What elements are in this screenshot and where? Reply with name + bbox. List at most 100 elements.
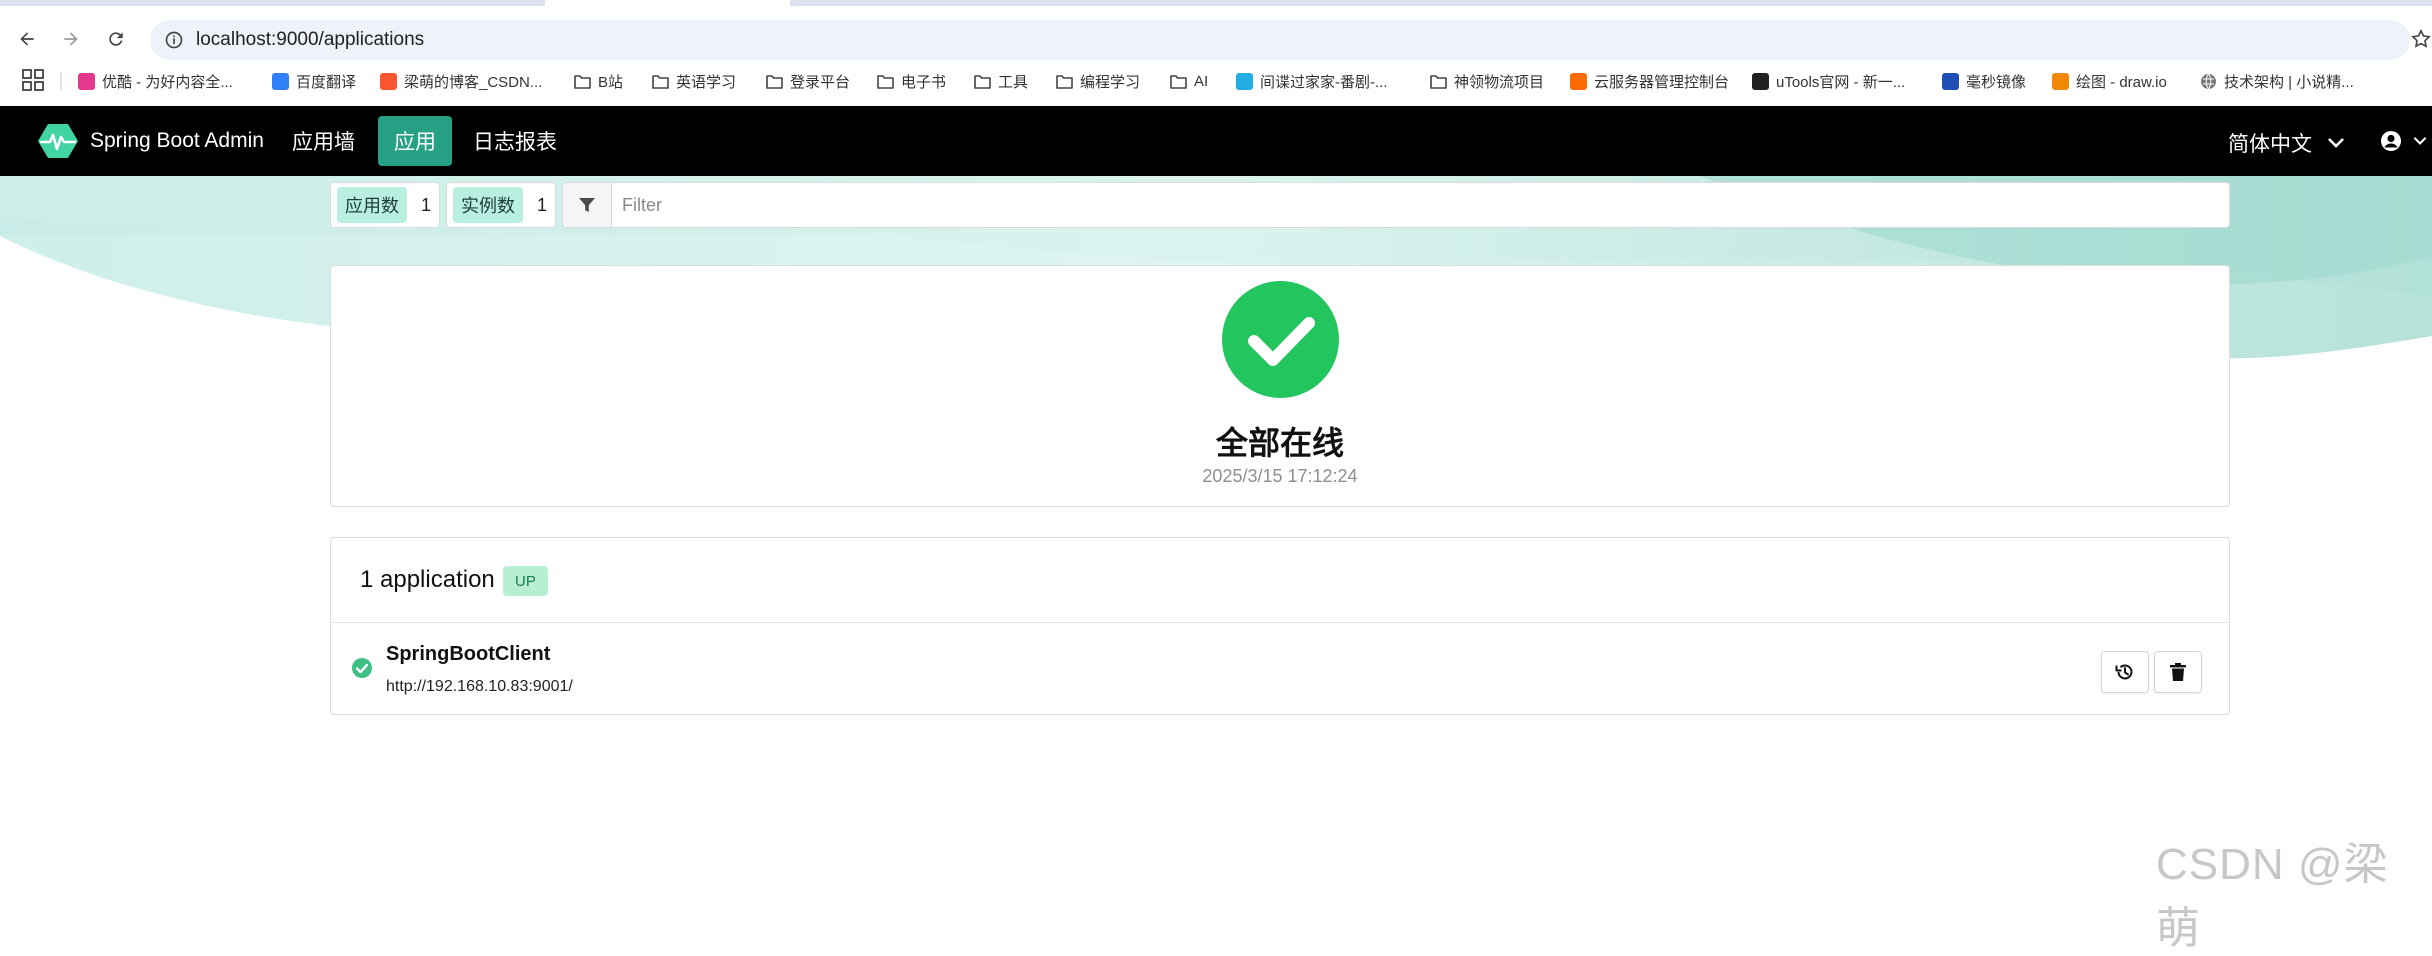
bookmark-item[interactable]: 编程学习 bbox=[1056, 70, 1140, 92]
nav-item-journal[interactable]: 日志报表 bbox=[457, 116, 573, 166]
instance-count-box: 实例数 1 bbox=[446, 182, 557, 228]
bookmarks-separator bbox=[60, 72, 62, 90]
language-select[interactable]: 简体中文 bbox=[2228, 128, 2346, 158]
user-circle-icon bbox=[2381, 131, 2401, 151]
status-card: 全部在线 2025/3/15 17:12:24 bbox=[330, 265, 2230, 507]
instance-count-value: 1 bbox=[537, 194, 548, 215]
bookmark-item[interactable]: 云服务器管理控制台 bbox=[1570, 70, 1729, 92]
application-row[interactable]: SpringBootClient http://192.168.10.83:90… bbox=[331, 623, 2229, 715]
bookmark-label: uTools官网 - 新一... bbox=[1776, 73, 1906, 91]
folder-icon bbox=[766, 73, 783, 90]
brand[interactable]: Spring Boot Admin bbox=[38, 123, 264, 159]
user-menu[interactable] bbox=[2380, 130, 2428, 152]
status-up-icon bbox=[352, 658, 372, 678]
csdn-icon bbox=[380, 72, 397, 90]
bookmark-item[interactable]: 百度翻译 bbox=[272, 70, 356, 92]
bookmark-label: 神领物流项目 bbox=[1454, 73, 1545, 91]
applications-summary: 1 application bbox=[360, 566, 495, 593]
filter-placeholder: Filter bbox=[622, 194, 663, 215]
bookmark-item[interactable]: 登录平台 bbox=[766, 70, 850, 92]
check-circle-icon bbox=[1222, 281, 1339, 398]
instance-count-label: 实例数 bbox=[453, 187, 524, 223]
chevron-down-icon bbox=[2328, 138, 2344, 148]
bookmark-label: 技术架构 | 小说精... bbox=[2224, 73, 2354, 91]
reload-icon bbox=[109, 32, 123, 46]
youku-icon bbox=[78, 72, 95, 90]
nav-item-applications[interactable]: 应用 bbox=[378, 116, 452, 166]
drawio-icon bbox=[2052, 72, 2069, 90]
folder-icon bbox=[974, 73, 991, 90]
status-badge: UP bbox=[503, 566, 548, 596]
folder-icon bbox=[877, 73, 894, 90]
delete-button[interactable] bbox=[2154, 651, 2202, 693]
bookmark-label: 梁萌的博客_CSDN... bbox=[404, 73, 543, 91]
brand-name: Spring Boot Admin bbox=[90, 129, 264, 152]
folder-icon bbox=[1056, 73, 1073, 90]
nav-item-label: 应用墙 bbox=[292, 131, 355, 154]
trash-icon bbox=[2170, 663, 2186, 681]
bookmark-label: AI bbox=[1194, 72, 1209, 90]
url-text[interactable]: localhost:9000/applications bbox=[196, 29, 424, 51]
millisecond-mirror-icon bbox=[1942, 72, 1959, 90]
application-name[interactable]: SpringBootClient bbox=[386, 643, 550, 666]
address-bar[interactable]: localhost:9000/applications bbox=[150, 20, 2410, 60]
aliyun-icon bbox=[1570, 72, 1587, 90]
bookmark-item[interactable]: 电子书 bbox=[877, 70, 946, 92]
bookmark-label: 毫秒镜像 bbox=[1966, 73, 2027, 91]
utools-icon bbox=[1752, 72, 1769, 90]
bilibili-icon bbox=[1236, 72, 1253, 90]
bookmark-item[interactable]: 间谍过家家-番剧-... bbox=[1236, 70, 1388, 92]
reload-button[interactable] bbox=[103, 26, 129, 52]
bookmark-label: 英语学习 bbox=[676, 73, 737, 91]
language-label: 简体中文 bbox=[2228, 133, 2312, 156]
folder-icon bbox=[1430, 73, 1447, 90]
applications-card: 1 application UP SpringBootClient http:/… bbox=[330, 537, 2230, 715]
browser-toolbar: localhost:9000/applications bbox=[0, 6, 2432, 64]
filter-input[interactable]: Filter bbox=[562, 182, 2231, 228]
app-navbar: Spring Boot Admin 应用墙 应用 日志报表 简体中文 bbox=[0, 106, 2432, 176]
bookmark-item[interactable]: B站 bbox=[574, 70, 623, 92]
bookmark-item[interactable]: 毫秒镜像 bbox=[1942, 70, 2026, 92]
baidu-translate-icon bbox=[272, 72, 289, 90]
bookmark-item[interactable]: 神领物流项目 bbox=[1430, 70, 1544, 92]
watermark-text: CSDN @梁萌 bbox=[2156, 840, 2389, 953]
bookmark-item[interactable]: 工具 bbox=[974, 70, 1028, 92]
bookmark-label: 云服务器管理控制台 bbox=[1594, 73, 1730, 91]
status-timestamp: 2025/3/15 17:12:24 bbox=[1202, 466, 1358, 486]
nav-item-wallboard[interactable]: 应用墙 bbox=[276, 116, 371, 166]
apps-grid-icon[interactable] bbox=[22, 69, 44, 91]
history-button[interactable] bbox=[2101, 651, 2149, 693]
bookmark-item[interactable]: 绘图 - draw.io bbox=[2052, 70, 2167, 92]
forward-button[interactable] bbox=[58, 26, 84, 52]
bookmark-item[interactable]: uTools官网 - 新一... bbox=[1752, 70, 1905, 92]
nav-item-label: 应用 bbox=[394, 131, 436, 154]
folder-icon bbox=[1170, 73, 1187, 90]
filter-icon bbox=[579, 198, 596, 212]
bookmark-label: 登录平台 bbox=[790, 73, 851, 91]
application-url[interactable]: http://192.168.10.83:9001/ bbox=[386, 678, 573, 696]
bookmark-label: 工具 bbox=[998, 73, 1029, 91]
bookmark-label: 电子书 bbox=[901, 73, 947, 91]
applications-header: 1 application UP bbox=[331, 538, 2229, 623]
filter-bar: 应用数 1 实例数 1 Filter bbox=[330, 182, 2231, 228]
bookmark-star-icon[interactable] bbox=[2410, 28, 2432, 50]
bookmark-label: 优酷 - 为好内容全... bbox=[102, 73, 233, 91]
folder-icon bbox=[574, 73, 591, 90]
bookmark-label: 间谍过家家-番剧-... bbox=[1260, 73, 1388, 91]
bookmark-item[interactable]: AI bbox=[1170, 70, 1208, 92]
bookmark-item[interactable]: 英语学习 bbox=[652, 70, 736, 92]
app-count-box: 应用数 1 bbox=[330, 182, 441, 228]
bookmark-item[interactable]: 优酷 - 为好内容全... bbox=[78, 70, 233, 92]
bookmark-item[interactable]: 技术架构 | 小说精... bbox=[2200, 70, 2354, 92]
folder-icon bbox=[652, 73, 669, 90]
bookmark-label: 百度翻译 bbox=[296, 73, 357, 91]
nav-item-label: 日志报表 bbox=[473, 131, 557, 154]
spring-boot-admin-logo-icon bbox=[38, 124, 78, 158]
chevron-down-icon bbox=[2413, 137, 2427, 145]
back-button[interactable] bbox=[14, 26, 40, 52]
app-count-label: 应用数 bbox=[337, 187, 407, 223]
bookmark-item[interactable]: 梁萌的博客_CSDN... bbox=[380, 70, 542, 92]
bookmark-label: 绘图 - draw.io bbox=[2076, 73, 2167, 91]
info-icon[interactable] bbox=[164, 30, 184, 50]
bookmark-label: 编程学习 bbox=[1080, 73, 1141, 91]
